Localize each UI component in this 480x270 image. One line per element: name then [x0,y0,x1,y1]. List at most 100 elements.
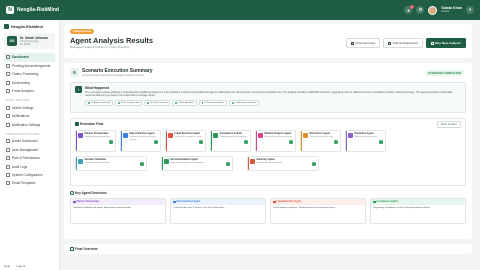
sidebar-item-claims[interactable]: Claims Processing [4,70,55,78]
agent-card[interactable]: Recommendation Agent Generated actionable… [161,156,233,171]
agent-card[interactable]: Planner Orchestrator Coordinated analysis… [75,130,116,152]
submit-dashboard-button[interactable]: Submit Dashboard [383,38,423,48]
agent-card[interactable]: Data Collection Agent Gathered case data … [120,130,161,152]
settings-icon[interactable]: ⚙ [416,6,425,14]
info-icon: i [75,86,82,93]
target-icon [70,191,74,195]
check-dot-icon [201,101,204,104]
sidebar-item-pending[interactable]: Pending Acknowledgments [4,62,55,70]
decision-text: Fraud analysis complete - Medium alerts … [273,206,336,209]
sidebar-item-config[interactable]: System Configuration [4,171,55,179]
what-happened-text: The multi-agent system analyzed a compre… [85,91,453,98]
shield-icon [6,80,10,85]
sidebar-item-users[interactable]: User Management [4,146,55,154]
sidebar-item-audit[interactable]: Audit Logs [4,162,55,170]
view-full-case-button[interactable]: View Full Case [345,38,381,48]
grid-icon [6,139,10,144]
chevron-down-icon[interactable]: ▾ [466,6,474,14]
check-dot-icon [88,101,90,104]
sidebar-item-admin-dashboard[interactable]: Admin Dashboard [4,137,55,145]
sidebar-item-notification-settings[interactable]: Notification Settings [4,120,55,128]
avatar[interactable] [428,5,438,15]
agent-icon [373,200,376,203]
agent-icon [78,159,83,164]
check-dot-icon [232,101,235,104]
agent-color-bar [166,131,168,151]
agent-icon [73,200,76,203]
agent-description: Compiled final report summary [256,162,283,165]
agents-row-secondary: Scenario Simulator Simulated coverage out… [75,156,461,171]
agent-card[interactable]: Summary Agent Compiled final report summa… [247,156,319,171]
gear-icon [6,172,10,177]
sidebar-item-roles[interactable]: Role & Permissions [4,154,55,162]
show-timeline-button[interactable]: Show Timeline [436,121,461,128]
decision-card: Fraud Detection Agent Fraud analysis comp… [270,198,366,224]
agent-card[interactable]: Fraud Detection Agent Scanned for anomali… [165,130,206,152]
results-header: Analysis Done Agent Analysis Results Mul… [64,24,472,58]
check-icon: ✓ [312,162,316,166]
chip-label: 2 Recommendations [204,101,225,104]
doctor-id: ID: 40294 [20,43,31,47]
user-block[interactable]: Samia Khan Admin [441,6,462,14]
flow-icon [75,122,79,126]
decision-card: Compliance Auditor Regulatory compliance … [370,198,466,224]
decision-agent: Planner Orchestrator [76,200,100,203]
help-link[interactable]: Help [4,264,10,268]
run-new-analysis-button[interactable]: Run New Analysis [425,38,466,48]
notification-count: 3 [409,4,414,9]
what-happened-title: What Happened [85,86,110,90]
arrow-right-icon: › [342,139,344,143]
chip-label: 1 Risk identified [178,101,194,104]
agent-card[interactable]: Risk Scorer Agent Calculated overall risk… [300,130,341,152]
scenario-summary-card: ≋ Scenario Execution Summary Comprehensi… [64,63,472,239]
brand-name: Neoglia-RiskMind [17,7,59,13]
sidebar-brand-label: Neoglia-RiskMind [11,24,43,29]
sidebar-item-label: Role & Permissions [12,156,40,161]
clock-icon [6,63,10,68]
sidebar-item-label: Admin Dashboard [12,139,38,144]
flow-title: Execution Flow [80,122,104,126]
logout-link[interactable]: Logout [16,264,25,268]
list-icon [6,164,10,169]
summary-subtitle: Comprehensive flow of the multi-agent an… [82,74,144,77]
sidebar-item-fraud[interactable]: Fraud Analytics [4,87,55,95]
sidebar-item-label: System Configuration [12,172,43,177]
check-dot-icon [175,101,178,104]
summary-chip: 10 Agents executed [85,99,114,106]
sidebar-item-label: Notifications [12,114,30,119]
agent-description: Evaluated clinical history records [264,136,293,139]
agent-icon [303,133,308,138]
chip-label: 54 rules reviewed [150,101,168,104]
sidebar-item-email[interactable]: Email Templates [4,179,55,187]
agent-card[interactable]: Compliance Auditor Reviewed regulatory co… [210,130,251,152]
decision-text: Workflow validated and agents dispatched… [73,206,131,209]
agent-card[interactable]: Predictive Agent Forecasted claim outcome… [345,130,386,152]
agent-icon [164,159,169,164]
status-badge: Analysis Done [70,29,94,34]
user-role: Admin [441,9,450,14]
final-overview-card[interactable]: Final Overview [64,244,472,254]
document-icon [70,247,74,251]
chip-label: 10 Agents executed [90,101,111,104]
overview-title: Final Overview [75,247,98,251]
chip-label: Underwriter reviewed [235,101,256,104]
agent-color-bar [76,157,78,170]
sidebar-item-dashboard[interactable]: Dashboard [4,53,55,62]
sidebar-item-label: User Management [12,147,39,152]
agent-card[interactable]: Medical Analysis Agent Evaluated clinical… [255,130,296,152]
check-icon: ✓ [109,140,113,144]
upload-icon [388,41,392,45]
sidebar-item-notifications[interactable]: Notifications [4,112,55,120]
bell-icon [6,114,10,119]
agent-icon [78,133,83,138]
sidebar-brand: Neoglia-RiskMind [4,24,55,29]
sidebar-item-label: Email Templates [12,181,36,186]
bell-icon[interactable]: ● 3 [404,4,414,14]
sidebar-item-underwriting[interactable]: Underwriting [4,78,55,86]
sidebar-item-mobile[interactable]: Mobile Settings [4,104,55,112]
arrow-right-icon: › [162,139,164,143]
key-decisions: Key Agent Decisions Planner Orchestrator… [70,191,466,224]
decision-agent: Data Collection Agent [176,200,201,203]
agent-card[interactable]: Scenario Simulator Simulated coverage out… [75,156,147,171]
doctor-card[interactable]: DS Dr. Sarah Johnson Clinical Oncology I… [4,33,55,50]
